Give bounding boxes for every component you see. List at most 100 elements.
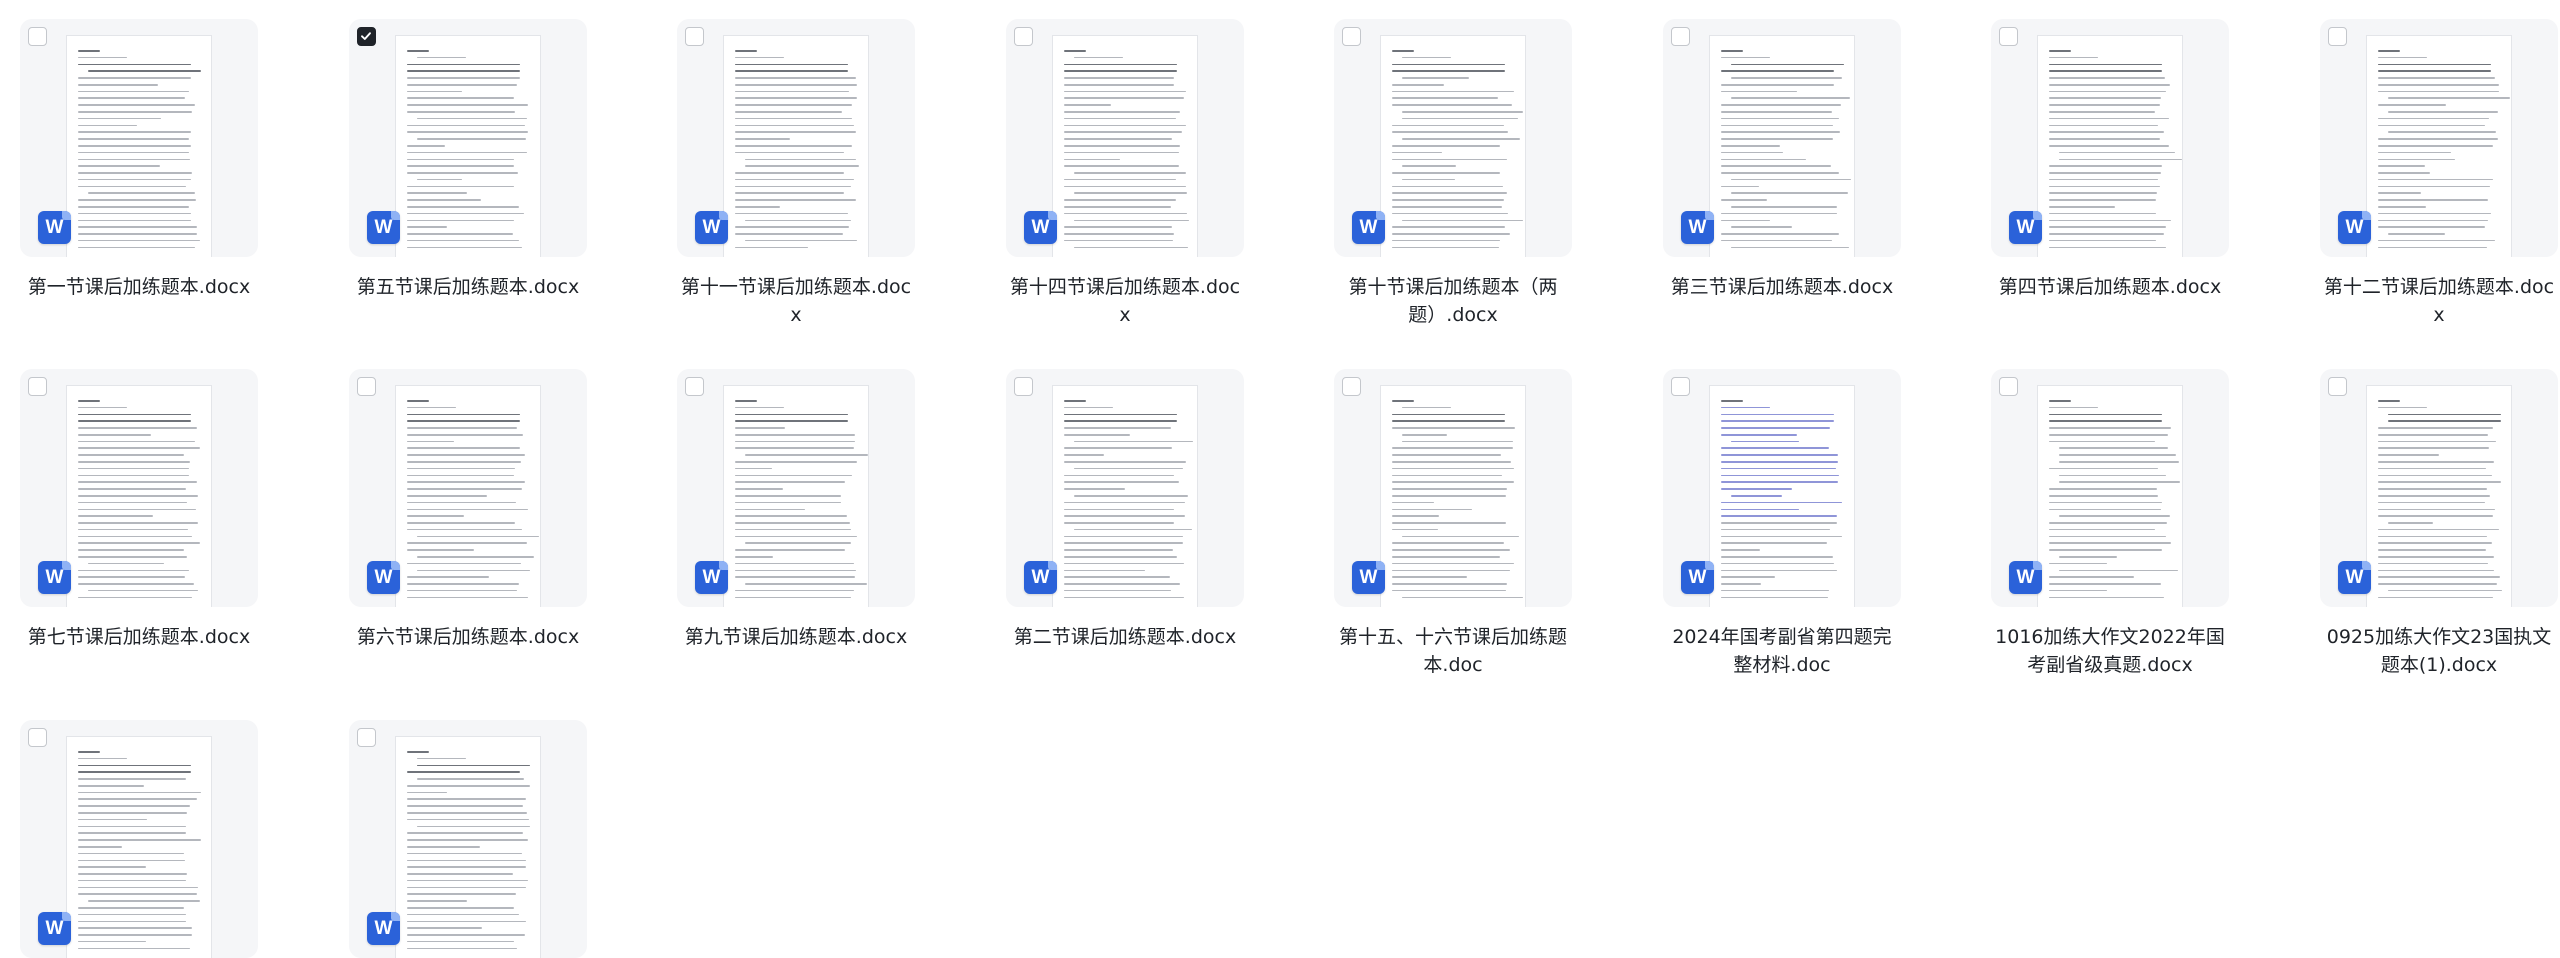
- select-checkbox[interactable]: [1671, 27, 1690, 46]
- select-checkbox[interactable]: [1014, 27, 1033, 46]
- preview-text-line: [1073, 172, 1187, 174]
- preview-text-line: [407, 97, 515, 100]
- file-name[interactable]: 第十四节课后加练题本.docx: [1006, 273, 1244, 329]
- preview-text-line: [1392, 413, 1506, 416]
- file-thumbnail[interactable]: W: [1006, 19, 1244, 257]
- preview-text-line: [2058, 515, 2170, 517]
- file-name[interactable]: 第一节课后加练题本.docx: [20, 273, 258, 301]
- preview-text-line: [735, 90, 850, 93]
- preview-text-line: [1064, 400, 1087, 402]
- preview-text-line: [1392, 199, 1504, 201]
- file-name[interactable]: 第九节课后加练题本.docx: [677, 623, 915, 651]
- file-thumbnail[interactable]: W: [349, 720, 587, 958]
- file-thumbnail[interactable]: W: [1663, 19, 1901, 257]
- preview-text: [2049, 400, 2181, 603]
- file-name[interactable]: 第三节课后加练题本.docx: [1663, 273, 1901, 301]
- select-checkbox[interactable]: [357, 728, 376, 747]
- preview-text-line: [1392, 555, 1500, 558]
- file-name[interactable]: 第十二节课后加练题本.docx: [2320, 273, 2558, 329]
- select-checkbox[interactable]: [1999, 377, 2018, 396]
- preview-text-line: [1064, 535, 1184, 538]
- preview-text-line: [1064, 474, 1175, 477]
- file-thumbnail[interactable]: W: [677, 369, 915, 607]
- preview-text-line: [2049, 83, 2171, 86]
- preview-text-line: [416, 555, 535, 558]
- preview-text-line: [407, 158, 514, 161]
- preview-text-line: [78, 920, 187, 923]
- preview-text-line: [2378, 199, 2489, 201]
- preview-text-line: [2049, 219, 2172, 222]
- document-preview-page: [723, 35, 869, 257]
- select-checkbox[interactable]: [357, 377, 376, 396]
- preview-text-line: [2378, 461, 2495, 463]
- select-checkbox[interactable]: [1671, 377, 1690, 396]
- file-thumbnail[interactable]: W: [20, 720, 258, 958]
- select-checkbox[interactable]: [28, 728, 47, 747]
- file-thumbnail[interactable]: W: [1991, 369, 2229, 607]
- preview-text-line: [407, 90, 462, 93]
- preview-text-line: [78, 420, 192, 422]
- select-checkbox[interactable]: [1342, 377, 1361, 396]
- file-thumbnail[interactable]: W: [677, 19, 915, 257]
- file-name[interactable]: 第十节课后加练题本（两题）.docx: [1334, 273, 1572, 329]
- preview-text-line: [1721, 488, 1793, 490]
- file-name[interactable]: 第十五、十六节课后加练题本.doc: [1334, 623, 1572, 679]
- file-thumbnail[interactable]: W: [20, 369, 258, 607]
- file-name[interactable]: 第四节课后加练题本.docx: [1991, 273, 2229, 301]
- preview-text-line: [78, 97, 186, 100]
- preview-text-line: [1721, 233, 1839, 235]
- preview-text-line: [1730, 226, 1793, 228]
- word-icon-letter: W: [1031, 567, 1050, 588]
- preview-text-line: [1064, 239, 1174, 242]
- select-checkbox[interactable]: [1342, 27, 1361, 46]
- preview-text-line: [407, 927, 482, 929]
- preview-text-line: [2049, 199, 2156, 201]
- word-icon-letter: W: [374, 217, 393, 238]
- preview-text-line: [2378, 63, 2492, 66]
- file-thumbnail[interactable]: W: [1334, 19, 1572, 257]
- file-name[interactable]: 第七节课后加练题本.docx: [20, 623, 258, 651]
- preview-text-line: [78, 832, 186, 834]
- file-thumbnail[interactable]: W: [2320, 369, 2558, 607]
- preview-text-line: [735, 172, 844, 174]
- preview-text-line: [2378, 576, 2500, 578]
- file-name[interactable]: 0925加练大作文23国执文题本(1).docx: [2320, 623, 2558, 679]
- file-thumbnail[interactable]: W: [1334, 369, 1572, 607]
- preview-text-line: [1721, 433, 1798, 436]
- select-checkbox[interactable]: [2328, 377, 2347, 396]
- select-checkbox[interactable]: [2328, 27, 2347, 46]
- file-name[interactable]: 第六节课后加练题本.docx: [349, 623, 587, 651]
- file-thumbnail[interactable]: W: [349, 19, 587, 257]
- select-checkbox-checked[interactable]: [357, 27, 376, 46]
- preview-text-line: [407, 474, 514, 477]
- select-checkbox[interactable]: [1014, 377, 1033, 396]
- preview-text-line: [735, 562, 854, 565]
- select-checkbox[interactable]: [28, 27, 47, 46]
- preview-text-line: [2387, 413, 2501, 416]
- preview-text-line: [2049, 589, 2107, 592]
- select-checkbox[interactable]: [685, 27, 704, 46]
- preview-text-line: [735, 406, 785, 409]
- select-checkbox[interactable]: [28, 377, 47, 396]
- file-thumbnail[interactable]: W: [1663, 369, 1901, 607]
- file-name[interactable]: 第十一节课后加练题本.docx: [677, 273, 915, 329]
- file-name[interactable]: 第二节课后加练题本.docx: [1006, 623, 1244, 651]
- file-thumbnail[interactable]: W: [1006, 369, 1244, 607]
- preview-text-line: [78, 454, 185, 456]
- preview-text-line: [407, 212, 524, 215]
- preview-text-line: [2049, 50, 2072, 52]
- select-checkbox[interactable]: [1999, 27, 2018, 46]
- file-thumbnail[interactable]: W: [20, 19, 258, 257]
- preview-text-line: [1073, 192, 1188, 194]
- preview-text-line: [1064, 522, 1174, 524]
- file-name[interactable]: 第五节课后加练题本.docx: [349, 273, 587, 301]
- file-name[interactable]: 1016加练大作文2022年国考副省级真题.docx: [1991, 623, 2229, 679]
- preview-text-line: [78, 158, 190, 161]
- preview-text-line: [744, 583, 868, 585]
- file-thumbnail[interactable]: W: [349, 369, 587, 607]
- file-name[interactable]: 2024年国考副省第四题完整材料.doc: [1663, 623, 1901, 679]
- select-checkbox[interactable]: [685, 377, 704, 396]
- file-thumbnail[interactable]: W: [1991, 19, 2229, 257]
- preview-text-line: [2049, 165, 2163, 167]
- file-thumbnail[interactable]: W: [2320, 19, 2558, 257]
